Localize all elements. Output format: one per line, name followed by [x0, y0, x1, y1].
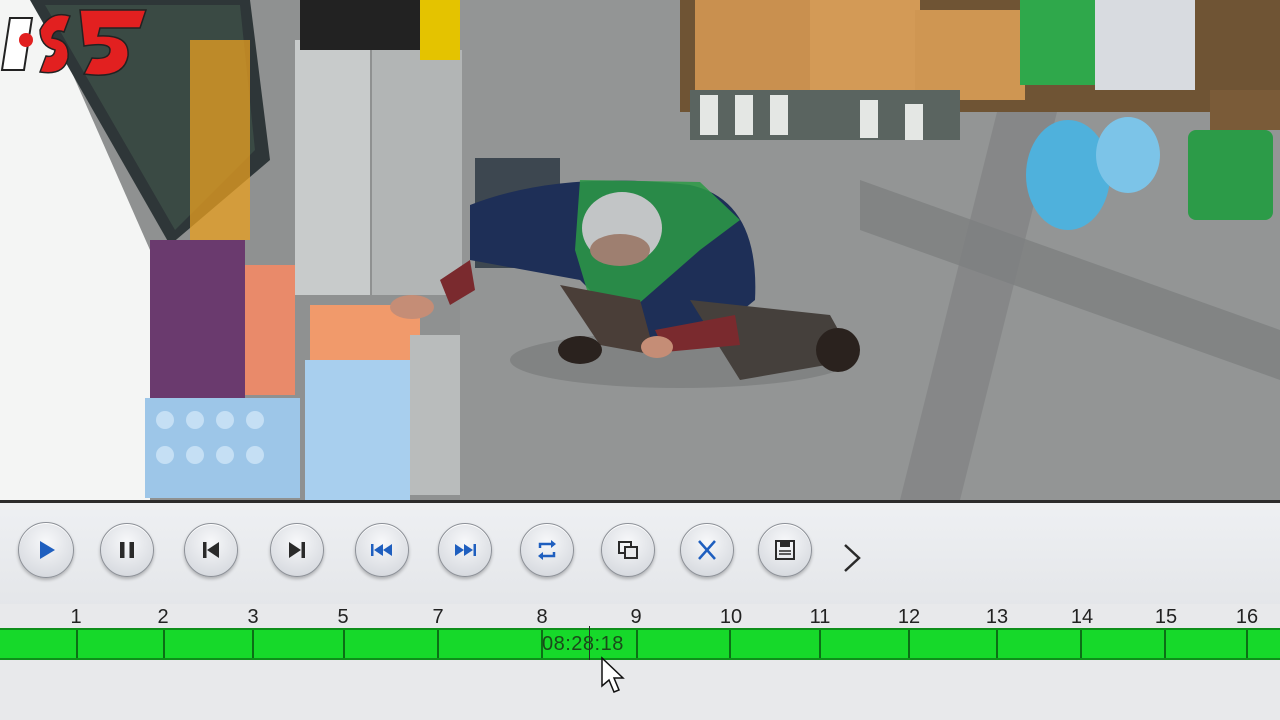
timeline-hour-label: 7 — [432, 606, 444, 628]
windows-icon — [618, 541, 638, 559]
scissors-icon — [698, 540, 716, 560]
previous-button[interactable] — [184, 523, 238, 577]
timeline-hour-label: 3 — [247, 606, 259, 628]
timeline-tick — [343, 630, 345, 658]
timeline-hour-label: 13 — [985, 606, 1009, 628]
video-viewport[interactable] — [0, 0, 1280, 500]
broadcaster-logo — [0, 9, 148, 76]
chevron-right-icon[interactable] — [838, 541, 866, 575]
play-button[interactable] — [18, 522, 74, 578]
play-icon — [40, 541, 55, 559]
pause-button[interactable] — [100, 523, 154, 577]
timeline-hour-label: 12 — [897, 606, 921, 628]
skip-forward-icon — [289, 542, 305, 558]
current-time-label: 08:28:18 — [542, 633, 624, 655]
playback-toolbar — [0, 500, 1280, 607]
loop-icon — [538, 540, 556, 560]
timeline-tick — [1246, 630, 1248, 658]
timeline-tick — [437, 630, 439, 658]
timeline-tick — [819, 630, 821, 658]
timeline[interactable]: 1 2 3 5 7 8 9 10 11 12 13 14 15 16 08:28:18 — [0, 604, 1280, 720]
mouse-pointer-icon — [601, 656, 625, 693]
timeline-hour-label: 5 — [337, 606, 349, 628]
rewind-button[interactable] — [355, 523, 409, 577]
timeline-tick — [1164, 630, 1166, 658]
timeline-hour-label: 9 — [630, 606, 642, 628]
timeline-hour-label: 11 — [809, 606, 831, 628]
loop-button[interactable] — [520, 523, 574, 577]
timeline-tick — [908, 630, 910, 658]
save-button[interactable] — [758, 523, 812, 577]
timeline-hour-label: 10 — [719, 606, 743, 628]
pause-icon — [120, 542, 134, 558]
timeline-hour-label: 14 — [1070, 606, 1094, 628]
fast-forward-icon — [455, 544, 476, 556]
timeline-tick — [729, 630, 731, 658]
timeline-hour-label: 1 — [70, 606, 82, 628]
multi-window-button[interactable] — [601, 523, 655, 577]
timeline-tick — [1080, 630, 1082, 658]
rewind-icon — [371, 544, 392, 556]
next-button[interactable] — [270, 523, 324, 577]
timeline-tick — [163, 630, 165, 658]
timeline-tick — [76, 630, 78, 658]
timeline-hour-label: 15 — [1154, 606, 1178, 628]
cctv-frame — [0, 0, 1280, 500]
save-icon — [775, 540, 795, 560]
recording-bar[interactable] — [0, 628, 1280, 660]
skip-back-icon — [203, 542, 219, 558]
timeline-hour-label: 16 — [1235, 606, 1259, 628]
fast-forward-button[interactable] — [438, 523, 492, 577]
timeline-tick — [636, 630, 638, 658]
timeline-hour-label: 8 — [536, 606, 548, 628]
clip-button[interactable] — [680, 523, 734, 577]
timeline-tick — [996, 630, 998, 658]
timeline-tick — [252, 630, 254, 658]
timeline-hour-label: 2 — [157, 606, 169, 628]
